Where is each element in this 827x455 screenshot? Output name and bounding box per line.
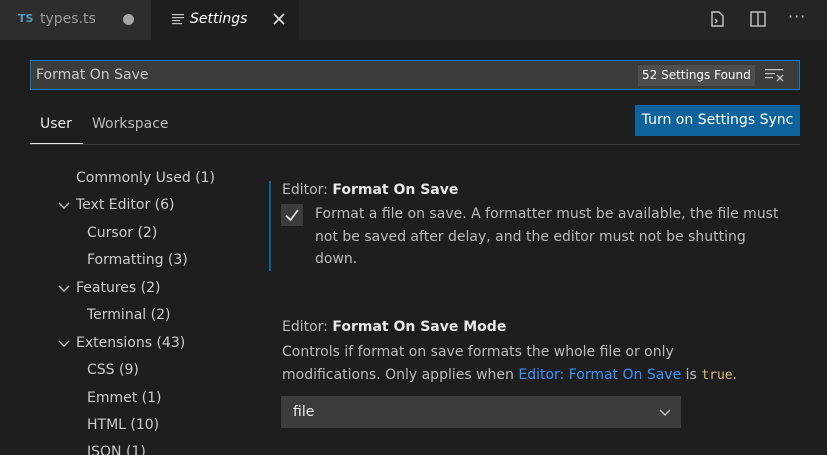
setting-key: Format On Save	[332, 182, 459, 198]
setting-description-line: not be saved after delay, and the editor…	[315, 229, 746, 245]
setting-category: Editor:	[282, 182, 333, 198]
split-editor-icon[interactable]	[747, 8, 769, 30]
setting-title-format-on-save-mode: Editor: Format On Save Mode	[282, 319, 506, 335]
setting-description-line: Format a file on save. A formatter must …	[315, 206, 779, 222]
format-on-save-mode-select[interactable]: file	[281, 396, 681, 428]
tree-item-css[interactable]: CSS (9)	[87, 362, 139, 378]
tab-workspace[interactable]: Workspace	[92, 116, 169, 132]
tree-item-features[interactable]: Features (2)	[76, 280, 160, 296]
typescript-file-icon: TS	[18, 12, 34, 25]
chevron-down-icon	[659, 409, 671, 416]
setting-title-format-on-save: Editor: Format On Save	[282, 182, 458, 198]
description-text: is	[681, 367, 702, 383]
tree-item-terminal[interactable]: Terminal (2)	[87, 307, 170, 323]
tree-item-json[interactable]: JSON (1)	[87, 444, 146, 455]
tab-types-ts[interactable]: TS types.ts	[0, 0, 151, 40]
description-text: modifications. Only applies when	[282, 367, 519, 383]
settings-search-input[interactable]: Format On Save 52 Settings Found	[30, 60, 800, 90]
code-value: true	[701, 368, 733, 383]
description-text: .	[732, 367, 738, 383]
chevron-down-icon[interactable]	[58, 202, 70, 210]
results-count-badge: 52 Settings Found	[638, 65, 755, 86]
setting-description-line: modifications. Only applies when Editor:…	[282, 367, 737, 383]
setting-key: Format On Save Mode	[332, 319, 507, 335]
tree-item-html[interactable]: HTML (10)	[87, 417, 159, 433]
tree-item-text-editor[interactable]: Text Editor (6)	[76, 197, 174, 213]
tree-item-commonly-used[interactable]: Commonly Used (1)	[76, 170, 215, 186]
tree-item-formatting[interactable]: Formatting (3)	[87, 252, 188, 268]
tab-user[interactable]: User	[40, 116, 72, 132]
clear-filter-icon[interactable]	[764, 67, 784, 83]
setting-category: Editor:	[282, 319, 333, 335]
setting-description-line: down.	[315, 251, 358, 267]
setting-link-format-on-save[interactable]: Editor: Format On Save	[518, 367, 681, 383]
setting-description-line: Controls if format on save formats the w…	[282, 344, 674, 360]
editor-tab-bar: TS types.ts Settings ···	[0, 0, 827, 40]
close-icon[interactable]	[271, 11, 287, 27]
tab-label: Settings	[190, 11, 248, 27]
scope-divider	[30, 144, 800, 145]
turn-on-settings-sync-button[interactable]: Turn on Settings Sync	[635, 105, 800, 136]
chevron-down-icon[interactable]	[58, 285, 70, 293]
list-lines-icon	[172, 14, 184, 25]
active-tab-underline	[30, 143, 83, 144]
open-settings-json-icon[interactable]	[706, 8, 728, 30]
more-actions-icon[interactable]: ···	[788, 7, 810, 29]
format-on-save-checkbox[interactable]	[281, 204, 303, 226]
tree-item-cursor[interactable]: Cursor (2)	[87, 225, 157, 241]
search-value: Format On Save	[36, 67, 149, 83]
checkmark-icon	[285, 209, 299, 222]
unsaved-dot-icon[interactable]	[123, 14, 134, 25]
chevron-down-icon[interactable]	[58, 340, 70, 348]
tab-label: types.ts	[40, 11, 96, 27]
tree-item-extensions[interactable]: Extensions (43)	[76, 335, 185, 351]
focused-setting-indicator	[269, 181, 271, 271]
selected-value: file	[293, 404, 315, 420]
tree-item-emmet[interactable]: Emmet (1)	[87, 390, 162, 406]
